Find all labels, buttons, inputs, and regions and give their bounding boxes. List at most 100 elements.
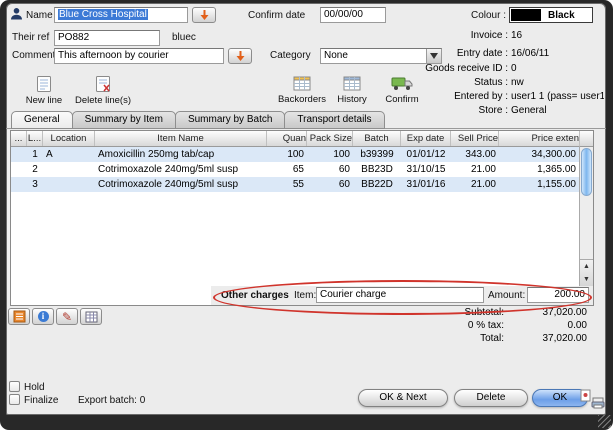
grid-button[interactable] [80, 308, 102, 325]
cell-sell-price: 343.00 [451, 147, 499, 162]
invoice-label: Invoice : [336, 30, 508, 41]
table-scrollbar[interactable]: ▲ ▼ [579, 147, 593, 286]
subtotal-row: Subtotal: 37,020.00 [386, 307, 587, 318]
document-icon[interactable] [580, 389, 591, 402]
comment-label: Comment [12, 50, 55, 61]
notepad-button[interactable] [8, 308, 30, 325]
other-charges-section: Other charges Item: Courier charge Amoun… [211, 286, 593, 305]
supplier-invoice-window: Name Blue Cross Hospital Confirm date 00… [6, 3, 606, 415]
cell-exp-date: 31/10/15 [401, 162, 451, 177]
col-pack-size[interactable]: Pack Size [307, 131, 353, 146]
info-button[interactable]: i [32, 308, 54, 325]
printer-icon[interactable] [591, 397, 605, 409]
col-item-name[interactable]: Item Name [95, 131, 267, 146]
name-label: Name [26, 10, 53, 21]
cell-item-name: Cotrimoxazole 240mg/5ml susp [95, 162, 267, 177]
comment-lookup-button[interactable] [228, 48, 252, 64]
delete-lines-button[interactable]: Delete line(s) [64, 75, 142, 106]
tab-general[interactable]: General [11, 111, 73, 129]
cell-quan: 65 [267, 162, 307, 177]
resize-grip[interactable] [598, 415, 611, 428]
tab-transport-details[interactable]: Transport details [284, 111, 384, 129]
finalize-label: Finalize [24, 395, 58, 406]
form-icon [36, 75, 52, 93]
entry-date-value: 16/06/11 [511, 48, 549, 59]
table-row[interactable]: 3 Cotrimoxazole 240mg/5ml susp 55 60 BB2… [11, 177, 579, 192]
history-grid-icon [343, 75, 361, 92]
tax-row: 0 % tax: 0.00 [386, 320, 587, 331]
other-charges-amount-label: Amount: [488, 290, 525, 301]
tab-summary-by-batch[interactable]: Summary by Batch [175, 111, 285, 129]
cell-quan: 55 [267, 177, 307, 192]
total-value: 37,020.00 [504, 333, 587, 344]
comment-input[interactable]: This afternoon by courier [54, 48, 224, 64]
cell-batch: b39399 [353, 147, 401, 162]
export-batch-label: Export batch: 0 [78, 395, 145, 406]
confirm-button[interactable]: Confirm [370, 75, 434, 105]
edit-button[interactable]: ✎ [56, 308, 78, 325]
col-exp-date[interactable]: Exp date [401, 131, 451, 146]
other-charges-item-input[interactable]: Courier charge [316, 287, 484, 303]
down-arrow-icon [235, 50, 246, 62]
cell-pack-size: 60 [307, 177, 353, 192]
subtotal-value: 37,020.00 [504, 307, 587, 318]
name-input[interactable]: Blue Cross Hospital [54, 7, 188, 23]
backorders-label: Backorders [278, 94, 326, 105]
cell-line: 3 [27, 177, 43, 192]
store-value: General [511, 105, 547, 116]
scroll-up-icon[interactable]: ▲ [583, 263, 590, 270]
cell-batch: BB22D [353, 177, 401, 192]
name-value: Blue Cross Hospital [58, 9, 148, 20]
total-row: Total: 37,020.00 [386, 333, 587, 344]
other-charges-label: Other charges [221, 290, 289, 301]
col-sell-price[interactable]: Sell Price [451, 131, 499, 146]
down-arrow-icon [199, 9, 210, 21]
their-ref-input[interactable]: PO882 [54, 30, 160, 46]
cell-batch: BB23D [353, 162, 401, 177]
name-lookup-button[interactable] [192, 7, 216, 23]
scroll-down-icon[interactable]: ▼ [583, 276, 590, 283]
cell-item-name: Cotrimoxazole 240mg/5ml susp [95, 177, 267, 192]
info-icon: i [38, 311, 49, 322]
tab-bar: General Summary by Item Summary by Batch… [11, 111, 384, 129]
entry-date-label: Entry date : [336, 48, 508, 59]
colour-label: Colour : [436, 10, 506, 21]
col-line[interactable]: L... [27, 131, 43, 146]
cell-status [11, 147, 27, 162]
goods-receive-label: Goods receive ID : [336, 63, 508, 74]
cell-pack-size: 60 [307, 162, 353, 177]
table-body: 1 A Amoxicillin 250mg tab/cap 100 100 b3… [11, 147, 579, 192]
colour-picker[interactable]: Black [509, 7, 593, 23]
cell-status [11, 177, 27, 192]
col-batch[interactable]: Batch [353, 131, 401, 146]
goods-receive-info: Goods receive ID : 0 [336, 63, 604, 74]
table-row[interactable]: 1 A Amoxicillin 250mg tab/cap 100 100 b3… [11, 147, 579, 162]
goods-receive-value: 0 [511, 63, 517, 74]
col-location[interactable]: Location [43, 131, 95, 146]
col-status[interactable]: ... [11, 131, 27, 146]
their-ref-suffix: bluec [172, 32, 196, 43]
table-row[interactable]: 2 Cotrimoxazole 240mg/5ml susp 65 60 BB2… [11, 162, 579, 177]
status-value: nw [511, 77, 524, 88]
cell-price-exten: 1,155.00 [499, 177, 579, 192]
ok-next-button[interactable]: OK & Next [358, 389, 448, 407]
col-price-exten[interactable]: Price exten [499, 131, 579, 146]
cell-exp-date: 31/01/16 [401, 177, 451, 192]
confirm-date-input[interactable]: 00/00/00 [320, 7, 386, 23]
col-quan[interactable]: Quan [267, 131, 307, 146]
colour-value: Black [548, 10, 575, 21]
new-line-label: New line [26, 95, 62, 106]
entered-by-value: user1 1 (pass= user1 [511, 91, 604, 102]
hold-label: Hold [24, 382, 45, 393]
cell-location [43, 162, 95, 177]
delete-button[interactable]: Delete [454, 389, 528, 407]
scrollbar-arrows: ▲ ▼ [580, 259, 593, 286]
category-label: Category [270, 50, 311, 61]
scrollbar-thumb[interactable] [581, 148, 592, 196]
entry-date-info: Entry date : 16/06/11 [336, 48, 604, 59]
other-charges-amount-input[interactable]: 200.00 [527, 287, 589, 303]
finalize-checkbox[interactable] [9, 394, 20, 405]
hold-checkbox[interactable] [9, 381, 20, 392]
tab-summary-by-item[interactable]: Summary by Item [72, 111, 176, 129]
history-label: History [337, 94, 367, 105]
